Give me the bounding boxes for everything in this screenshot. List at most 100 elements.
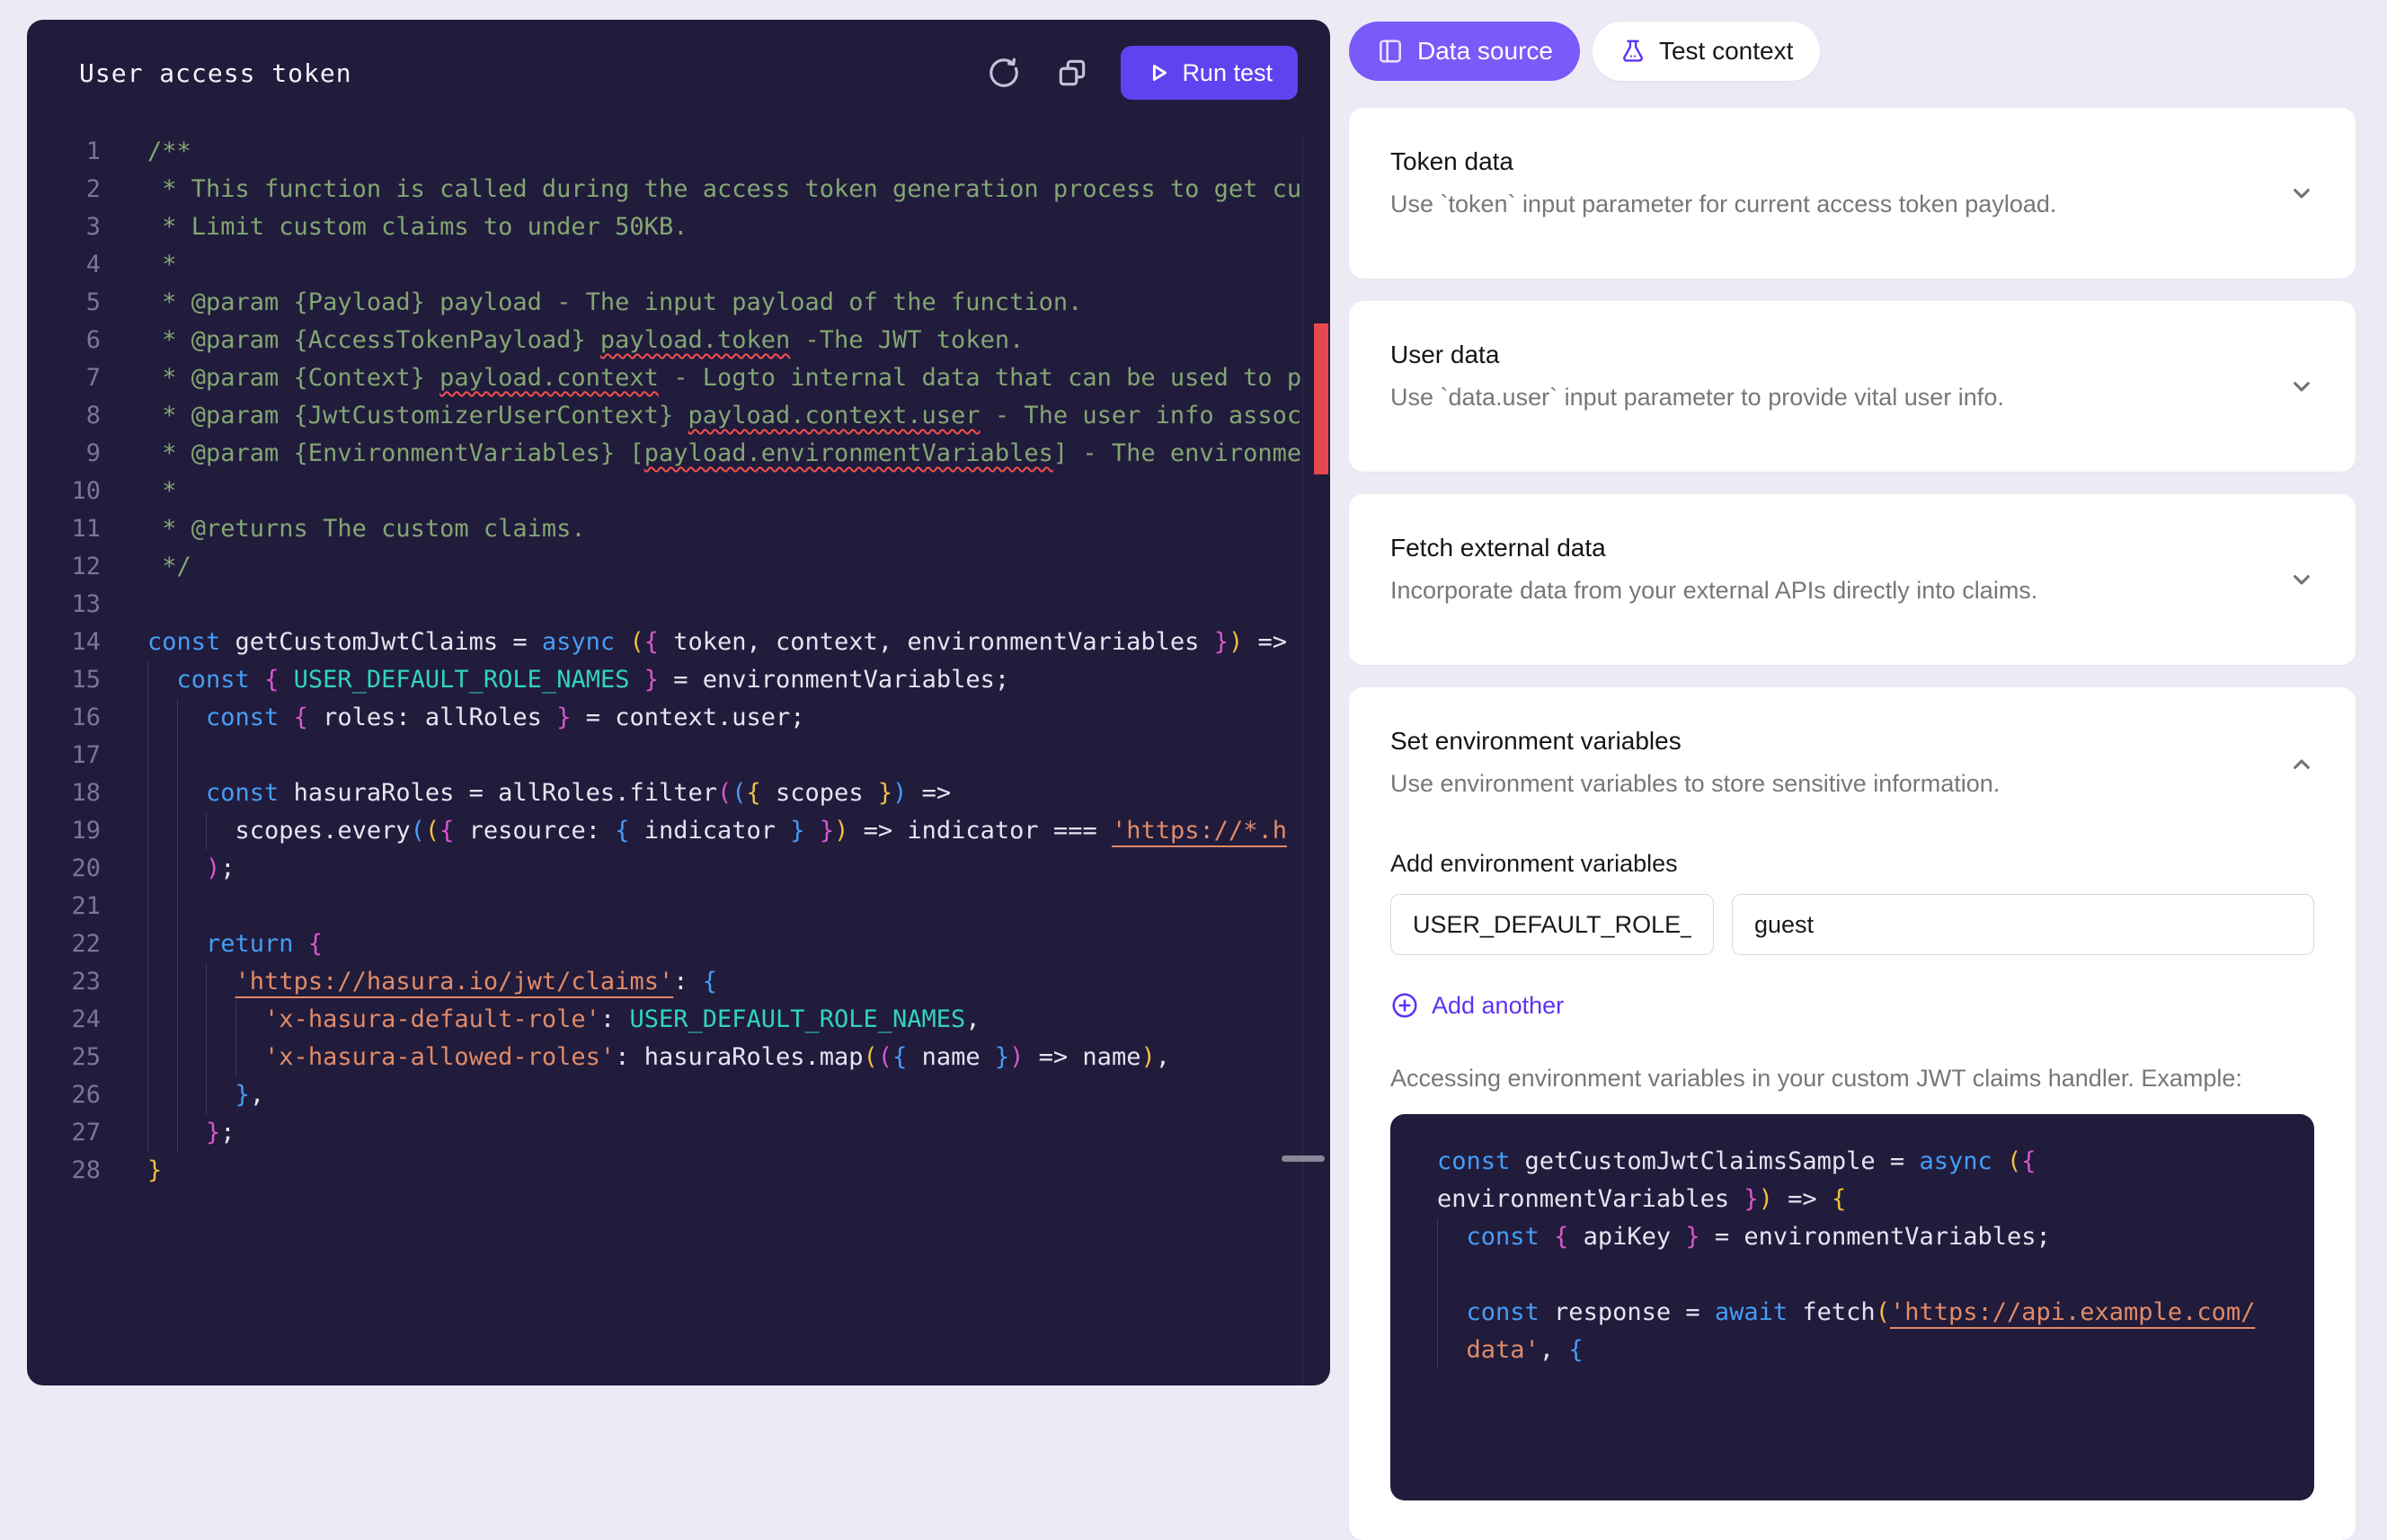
add-another-button[interactable]: Add another — [1390, 991, 1564, 1020]
code-line: 12 */ — [27, 548, 1330, 586]
code-text: 'https://hasura.io/jwt/claims': { — [147, 963, 1330, 1001]
chevron-up-icon[interactable] — [2287, 750, 2316, 779]
run-test-label: Run test — [1182, 59, 1273, 87]
code-text: * @param {JwtCustomizerUserContext} payl… — [147, 397, 1330, 435]
code-line: 19 scopes.every(({ resource: { indicator… — [27, 812, 1330, 850]
code-line: const getCustomJwtClaimsSample = async (… — [1437, 1143, 2278, 1181]
scrollbar-thumb[interactable] — [1282, 1155, 1325, 1162]
card-title: Set environment variables — [1390, 727, 2314, 756]
card-title: Fetch external data — [1390, 534, 2314, 562]
code-line: 17 — [27, 737, 1330, 774]
code-line: 10 * — [27, 473, 1330, 510]
card-fetch-external-data[interactable]: Fetch external data Incorporate data fro… — [1349, 494, 2356, 665]
code-line: 4 * — [27, 246, 1330, 284]
chevron-down-icon[interactable] — [2287, 179, 2316, 208]
env-value-input[interactable] — [1732, 894, 2314, 955]
card-desc: Use environment variables to store sensi… — [1390, 770, 2314, 798]
code-line: 8 * @param {JwtCustomizerUserContext} pa… — [27, 397, 1330, 435]
line-number: 9 — [27, 435, 101, 473]
code-line: 3 * Limit custom claims to under 50KB. — [27, 208, 1330, 246]
line-number: 12 — [27, 548, 101, 586]
code-line: 7 * @param {Context} payload.context - L… — [27, 359, 1330, 397]
tab-data-source[interactable]: Data source — [1349, 22, 1580, 81]
data-source-icon — [1376, 37, 1405, 66]
line-number: 14 — [27, 624, 101, 661]
line-number: 25 — [27, 1039, 101, 1076]
code-text: }; — [147, 1114, 1330, 1152]
card-desc: Use `token` input parameter for current … — [1390, 190, 2314, 218]
code-text: const hasuraRoles = allRoles.filter(({ s… — [147, 774, 1330, 812]
line-number: 22 — [27, 925, 101, 963]
code-text: const getCustomJwtClaimsSample = async (… — [1437, 1143, 2278, 1181]
code-text — [147, 737, 1330, 774]
plus-circle-icon — [1390, 991, 1419, 1020]
code-text: * — [147, 246, 1330, 284]
env-helper-text: Accessing environment variables in your … — [1390, 1065, 2314, 1093]
chevron-down-icon[interactable] — [2287, 372, 2316, 401]
code-text: * @param {AccessTokenPayload} payload.to… — [147, 322, 1330, 359]
code-line: 13 — [27, 586, 1330, 624]
error-annotation-bar — [1314, 323, 1328, 474]
chevron-down-icon[interactable] — [2287, 565, 2316, 594]
code-line: 26 }, — [27, 1076, 1330, 1114]
code-text: const { apiKey } = environmentVariables; — [1437, 1218, 2278, 1256]
code-line: const response = await fetch('https://ap… — [1437, 1294, 2278, 1332]
code-line: 27 }; — [27, 1114, 1330, 1152]
env-variables-label: Add environment variables — [1390, 850, 2314, 878]
line-number: 2 — [27, 171, 101, 208]
run-test-button[interactable]: Run test — [1121, 46, 1298, 100]
code-text: }, — [147, 1076, 1330, 1114]
card-desc: Incorporate data from your external APIs… — [1390, 577, 2314, 605]
code-line: 6 * @param {AccessTokenPayload} payload.… — [27, 322, 1330, 359]
add-another-label: Add another — [1432, 992, 1564, 1020]
line-number: 10 — [27, 473, 101, 510]
code-line: 16 const { roles: allRoles } = context.u… — [27, 699, 1330, 737]
scrollbar-track — [1302, 135, 1303, 1385]
code-line: 25 'x-hasura-allowed-roles': hasuraRoles… — [27, 1039, 1330, 1076]
code-line: 22 return { — [27, 925, 1330, 963]
code-text — [147, 586, 1330, 624]
line-number: 15 — [27, 661, 101, 699]
line-number: 8 — [27, 397, 101, 435]
card-title: User data — [1390, 341, 2314, 369]
code-text: 'x-hasura-default-role': USER_DEFAULT_RO… — [147, 1001, 1330, 1039]
line-number: 28 — [27, 1152, 101, 1190]
code-line: data', { — [1437, 1332, 2278, 1369]
right-panel: Data source Test context Token data Use … — [1349, 22, 2356, 1540]
env-key-input[interactable] — [1390, 894, 1714, 955]
code-line: 24 'x-hasura-default-role': USER_DEFAULT… — [27, 1001, 1330, 1039]
code-editor-panel[interactable]: User access token Run test — [27, 20, 1330, 1385]
code-text — [1437, 1256, 2278, 1294]
code-text: } — [147, 1152, 1330, 1190]
jwt-claims-editor-page: { "colors": { "accent_purple": "#5d34f2"… — [0, 0, 2387, 1371]
line-number: 6 — [27, 322, 101, 359]
card-user-data[interactable]: User data Use `data.user` input paramete… — [1349, 301, 2356, 472]
code-text: return { — [147, 925, 1330, 963]
code-line: 14const getCustomJwtClaims = async ({ to… — [27, 624, 1330, 661]
card-token-data[interactable]: Token data Use `token` input parameter f… — [1349, 108, 2356, 279]
code-text: const { USER_DEFAULT_ROLE_NAMES } = envi… — [147, 661, 1330, 699]
copy-button[interactable] — [1052, 53, 1092, 93]
tab-test-context[interactable]: Test context — [1593, 22, 1820, 81]
code-line: 5 * @param {Payload} payload - The input… — [27, 284, 1330, 322]
code-area[interactable]: 1/**2 * This function is called during t… — [27, 133, 1330, 1190]
tab-data-source-label: Data source — [1417, 37, 1553, 66]
editor-title: User access token — [79, 58, 352, 88]
code-line: 9 * @param {EnvironmentVariables} [paylo… — [27, 435, 1330, 473]
line-number: 26 — [27, 1076, 101, 1114]
line-number: 3 — [27, 208, 101, 246]
code-line: const { apiKey } = environmentVariables; — [1437, 1218, 2278, 1256]
code-text: * @param {Context} payload.context - Log… — [147, 359, 1330, 397]
play-icon — [1146, 60, 1171, 85]
line-number: 21 — [27, 888, 101, 925]
line-number: 1 — [27, 133, 101, 171]
line-number: 19 — [27, 812, 101, 850]
line-number: 23 — [27, 963, 101, 1001]
code-text: environmentVariables }) => { — [1437, 1181, 2278, 1218]
code-line — [1437, 1256, 2278, 1294]
panel-tabs: Data source Test context — [1349, 22, 2356, 81]
code-line: 2 * This function is called during the a… — [27, 171, 1330, 208]
line-number: 24 — [27, 1001, 101, 1039]
copy-icon — [1055, 56, 1089, 90]
refresh-button[interactable] — [984, 53, 1024, 93]
